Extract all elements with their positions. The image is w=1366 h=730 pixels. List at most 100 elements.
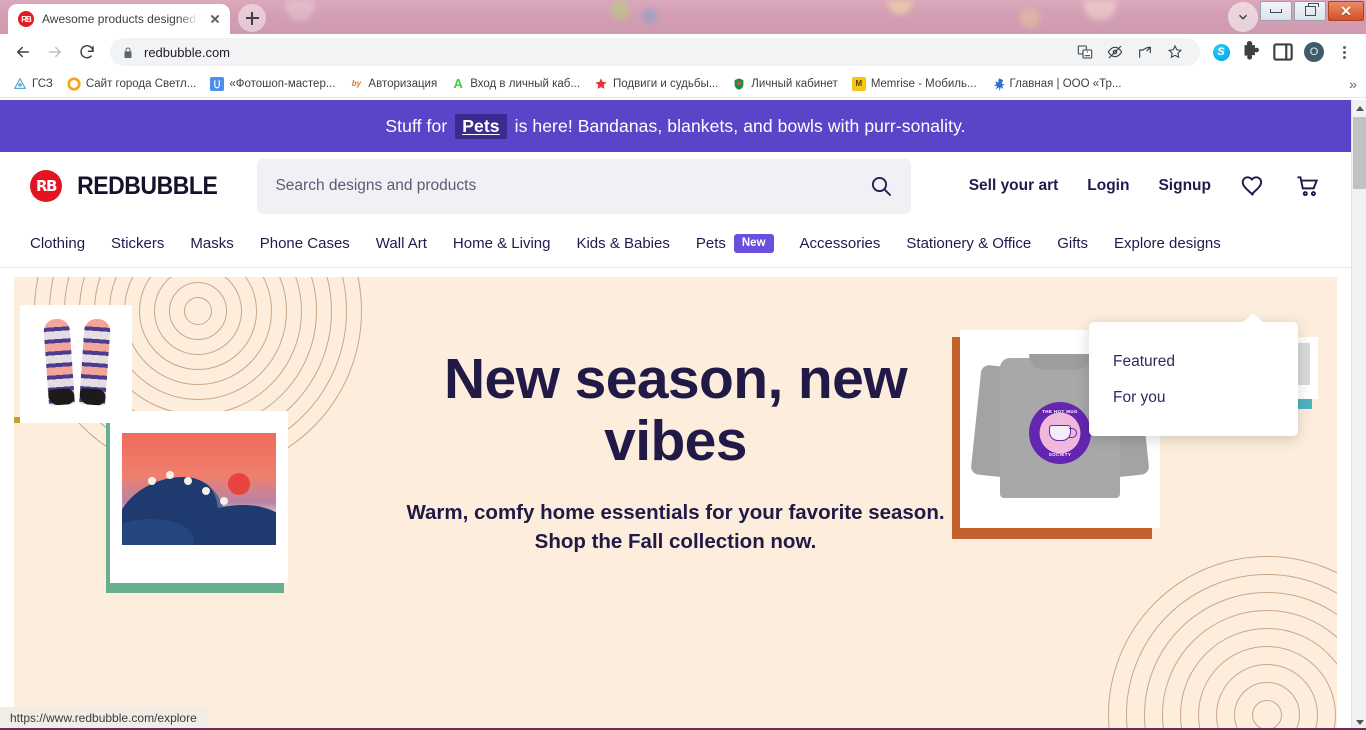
bookmark-label: Авторизация [368,77,438,90]
avatar-initial: O [1304,42,1324,62]
bookmark-item[interactable]: «Фотошоп-мастер... [203,74,342,94]
address-bar[interactable]: redbubble.com [110,38,1200,66]
dropdown-item-featured[interactable]: Featured [1089,344,1298,380]
cart-icon[interactable] [1295,173,1321,199]
nav-item-home-living[interactable]: Home & Living [453,235,551,252]
promo-suffix: is here! Bandanas, blankets, and bowls w… [514,115,966,136]
bookmark-item[interactable]: ГСЗ [6,74,60,94]
bookmark-label: Личный кабинет [751,77,838,90]
nav-item-clothing[interactable]: Clothing [30,235,85,252]
bookmark-item[interactable]: A Вход в личный каб... [444,74,587,94]
bookmark-label: Вход в личный каб... [470,77,580,90]
sun-shape [228,473,250,495]
close-icon[interactable] [206,10,224,28]
explore-designs-dropdown: Featured For you [1089,313,1298,436]
bookmark-item[interactable]: Подвиги и судьбы... [587,74,725,94]
header-actions: Sell your art Login Signup [969,173,1321,199]
redbubble-mark-icon: RB [30,170,62,202]
omnibox-actions [1072,39,1188,65]
great-wave-artwork [122,433,276,545]
bookmark-label: Сайт города Светл... [85,77,197,90]
star-red-icon [594,77,608,91]
nav-item-accessories[interactable]: Accessories [800,235,881,252]
chevron-down-icon[interactable] [1228,2,1258,32]
bookmark-item[interactable]: Личный кабинет [725,74,845,94]
nav-item-pets-label: Pets [695,234,726,252]
profile-avatar[interactable]: O [1301,39,1327,65]
bookmark-label: Подвиги и судьбы... [612,77,719,90]
product-card-socks[interactable] [20,305,132,423]
address-bar-url: redbubble.com [144,44,230,60]
scrollbar-thumb[interactable] [1353,117,1366,189]
nav-item-kids-babies[interactable]: Kids & Babies [576,235,669,252]
nav-item-explore-designs[interactable]: Explore designs [1114,235,1221,252]
page-viewport: Stuff for Pets is here! Bandanas, blanke… [0,100,1366,730]
new-tab-button[interactable] [238,4,266,32]
search-input[interactable] [275,177,870,195]
sock-left [43,318,75,406]
sweatshirt-collar [1029,354,1091,370]
lock-icon [122,46,134,58]
search-icon[interactable] [869,174,893,198]
promo-banner[interactable]: Stuff for Pets is here! Bandanas, blanke… [0,100,1351,152]
share-icon[interactable] [1132,39,1158,65]
back-button[interactable] [8,37,38,67]
dropdown-item-for-you[interactable]: For you [1089,380,1298,416]
bookmark-item[interactable]: M Memrise - Мобиль... [845,74,984,94]
three-dot-menu-icon[interactable] [1332,39,1358,65]
sell-your-art-link[interactable]: Sell your art [969,177,1059,195]
search-bar[interactable] [257,158,912,214]
browser-tab[interactable]: RB Awesome products designed by i [8,4,230,34]
side-panel-icon[interactable] [1270,39,1296,65]
photoshop-master-icon [210,76,225,91]
heart-icon[interactable] [1240,173,1266,199]
nav-item-wall-art[interactable]: Wall Art [376,235,427,252]
page-scrollbar[interactable] [1351,100,1366,730]
redbubble-logo[interactable]: RB REDBUBBLE [30,170,223,202]
bookmark-item[interactable]: Сайт города Светл... [60,74,204,94]
nav-item-phone-cases[interactable]: Phone Cases [260,235,350,252]
promo-highlight-pets[interactable]: Pets [455,113,507,139]
badge-top-text: THE HOT MUG [1042,409,1078,414]
window-controls: ✕ [1260,1,1364,21]
status-bar-url: https://www.redbubble.com/explore [0,707,207,730]
close-window-button[interactable]: ✕ [1328,1,1364,21]
memrise-icon: M [851,76,866,91]
badge-bottom-text: SOCIETY [1048,452,1072,457]
foam-dot [220,497,228,505]
nav-item-stationery-office[interactable]: Stationery & Office [906,235,1031,252]
translate-icon[interactable] [1072,39,1098,65]
bookmark-item[interactable]: Главная | ООО «Тр... [984,74,1129,94]
bookmark-label: «Фотошоп-мастер... [229,77,336,90]
nav-item-gifts[interactable]: Gifts [1057,235,1088,252]
product-card-wave-art[interactable] [110,411,288,583]
bookmark-label: Главная | ООО «Тр... [1009,77,1122,90]
reload-button[interactable] [72,37,102,67]
scroll-up-arrow-icon[interactable] [1352,100,1366,116]
signup-link[interactable]: Signup [1158,177,1211,195]
forward-button[interactable] [40,37,70,67]
bookmarks-overflow-button[interactable]: » [1344,74,1362,94]
puzzle-icon[interactable] [1239,39,1265,65]
maximize-button[interactable] [1294,1,1326,21]
letter-a-icon: A [453,76,463,91]
site-header: RB REDBUBBLE Sell your art Login Signup [0,152,1351,220]
circle-orange-icon [67,76,81,91]
eye-slash-icon[interactable] [1102,39,1128,65]
extension-icons: S O [1208,39,1358,65]
redbubble-page: Stuff for Pets is here! Bandanas, blanke… [0,100,1351,730]
sock-right [79,318,111,406]
browser-window: RB Awesome products designed by i ✕ [0,0,1366,730]
foam-dot [166,471,174,479]
login-link[interactable]: Login [1087,177,1129,195]
nav-item-stickers[interactable]: Stickers [111,235,164,252]
bookmark-item[interactable]: by Авторизация [342,74,444,94]
star-icon[interactable] [1162,39,1188,65]
logo-mark-text: RB [36,177,57,195]
hero-headline: New season, new vibes [443,347,908,473]
nav-item-masks[interactable]: Masks [190,235,233,252]
minimize-button[interactable] [1260,1,1292,21]
skype-icon[interactable]: S [1208,39,1234,65]
hero-subtext: Warm, comfy home essentials for your fav… [406,501,945,554]
nav-item-pets[interactable]: Pets New [696,234,774,253]
